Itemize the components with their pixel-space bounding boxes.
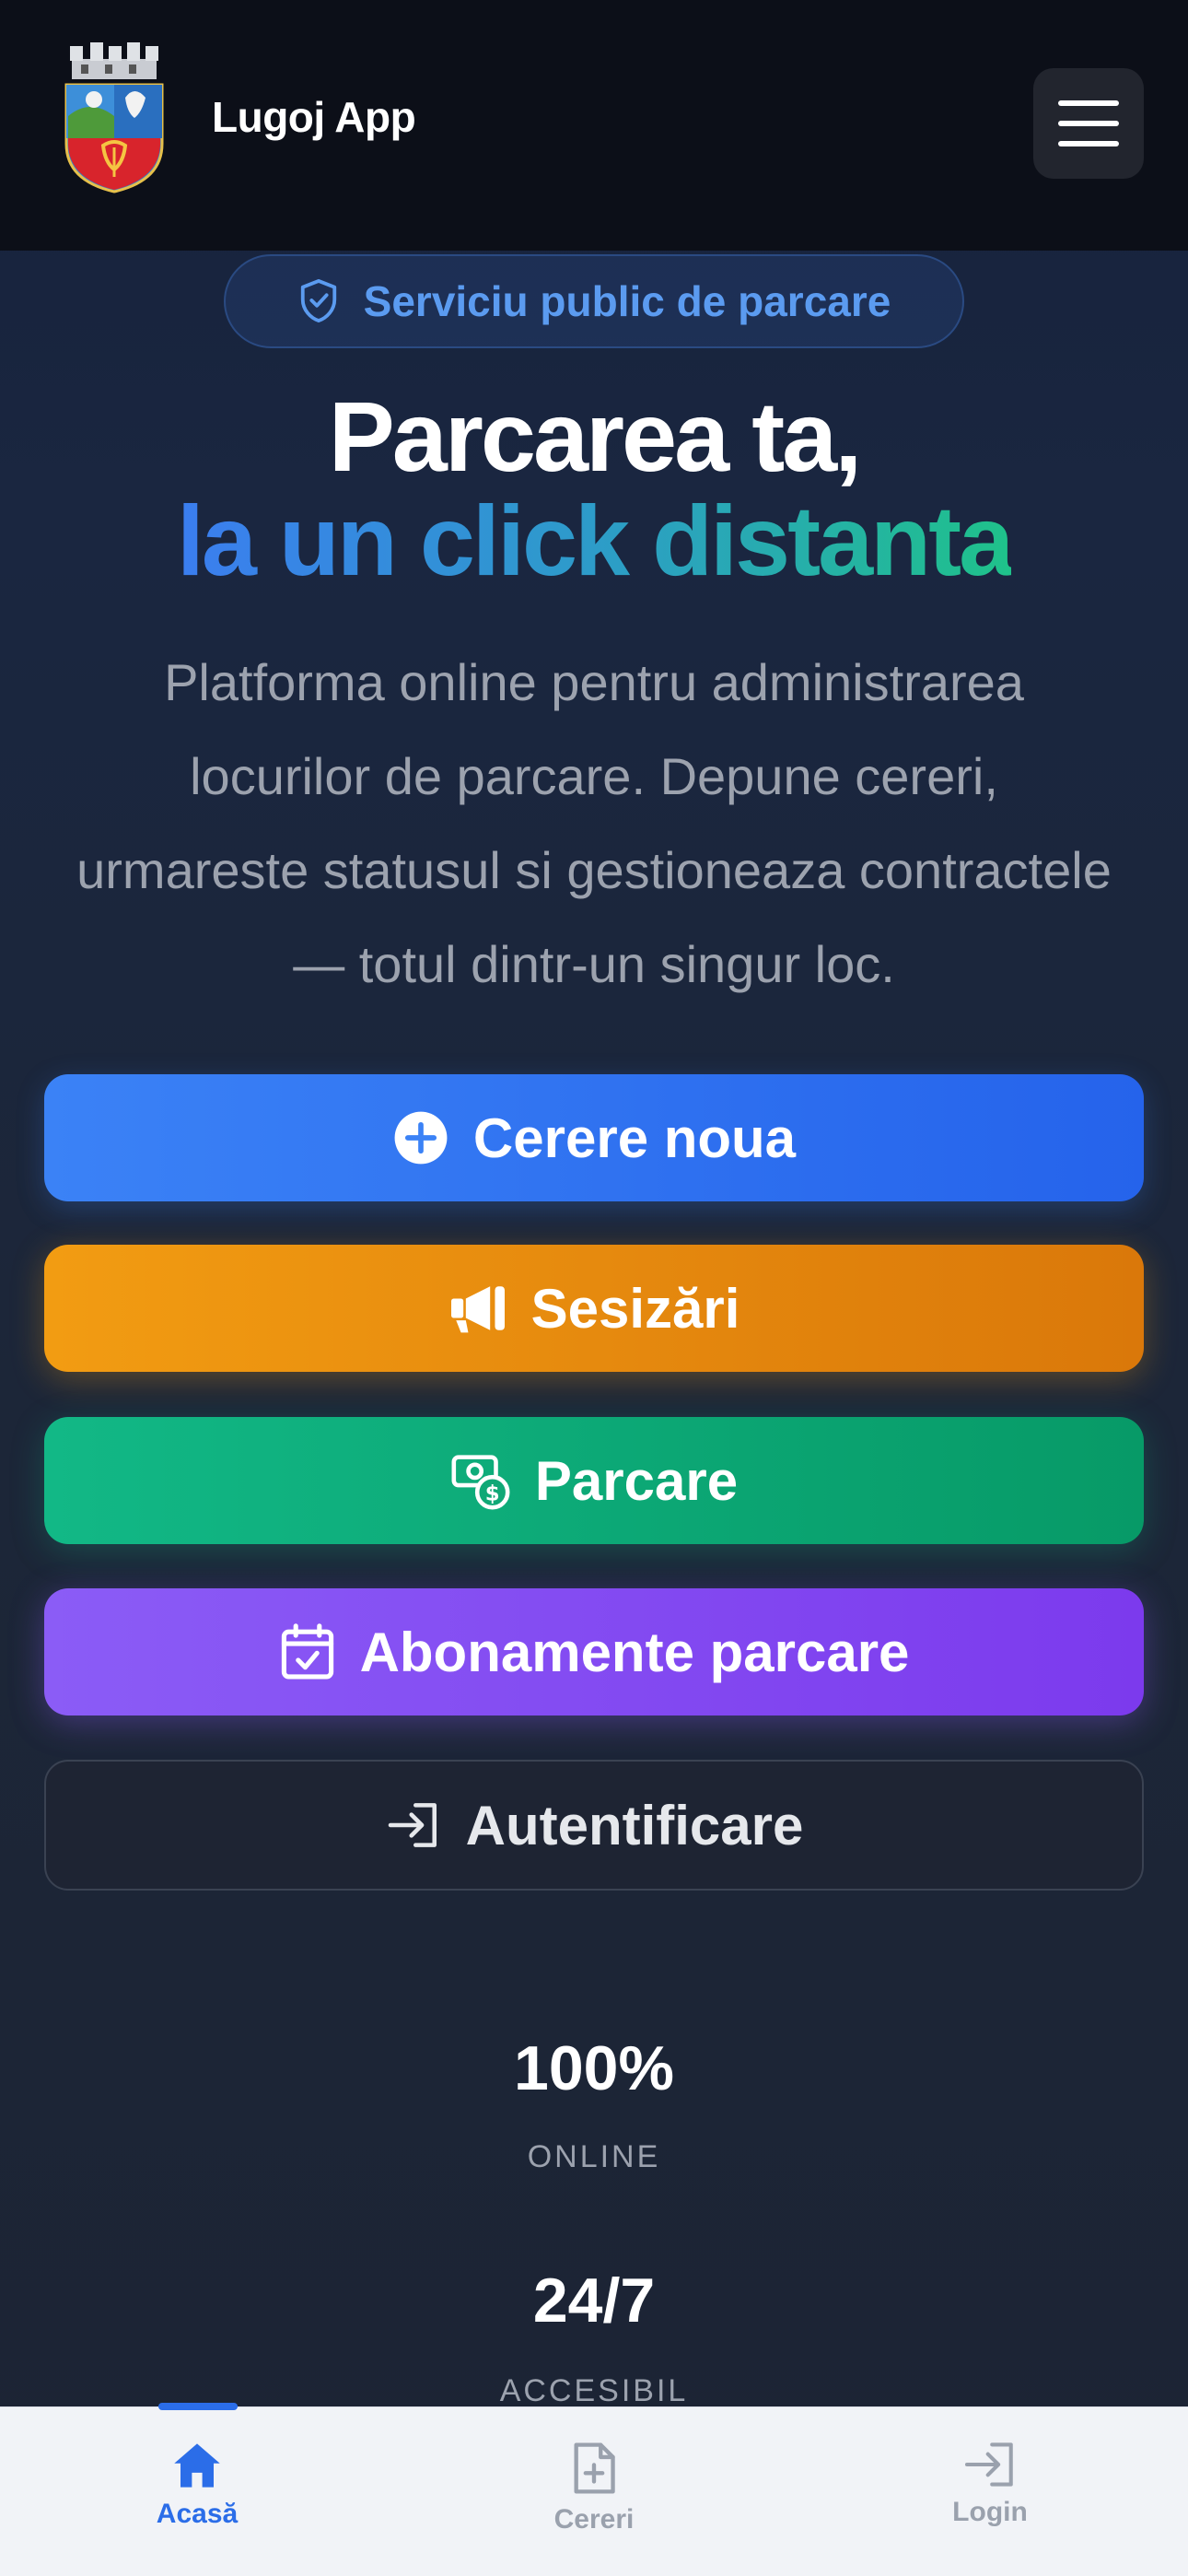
app-title: Lugoj App [212, 93, 416, 141]
home-icon [174, 2443, 220, 2488]
login-label: Autentificare [465, 1794, 804, 1856]
badge-label: Serviciu public de parcare [363, 277, 891, 325]
app-header: Lugoj App [0, 0, 1188, 251]
nav-requests[interactable]: Cereri [502, 2441, 686, 2535]
service-badge: Serviciu public de parcare [224, 254, 964, 348]
subscriptions-button[interactable]: Abonamente parcare [44, 1588, 1144, 1715]
nav-home[interactable]: Acasă [105, 2441, 289, 2530]
shield-check-icon [300, 279, 336, 322]
lugoj-coat-of-arms-logo[interactable] [63, 42, 166, 194]
reports-button[interactable]: Sesizări [44, 1245, 1144, 1372]
login-icon [964, 2442, 1013, 2487]
hamburger-icon [1058, 100, 1119, 106]
svg-text:$: $ [485, 1482, 500, 1506]
parking-label: Parcare [534, 1449, 739, 1512]
megaphone-icon [450, 1286, 505, 1333]
new-request-label: Cerere noua [472, 1107, 797, 1169]
nav-login-label: Login [952, 2497, 1028, 2527]
nav-home-label: Acasă [156, 2499, 239, 2529]
hero-title-line1: Parcarea ta, [328, 381, 862, 492]
login-arrow-icon [388, 1803, 437, 1847]
new-request-button[interactable]: Cerere noua [44, 1074, 1144, 1201]
subscriptions-label: Abonamente parcare [359, 1621, 910, 1683]
plus-circle-icon [394, 1111, 448, 1165]
nav-login[interactable]: Login [898, 2441, 1082, 2528]
parking-button[interactable]: $ Parcare [44, 1417, 1144, 1544]
stat-access-value: 24/7 [532, 2266, 656, 2336]
hamburger-menu-button[interactable] [1033, 68, 1144, 179]
stat-online-value: 100% [514, 2033, 674, 2103]
active-tab-indicator [158, 2403, 238, 2410]
calendar-check-icon [281, 1623, 333, 1680]
reports-label: Sesizări [530, 1277, 740, 1340]
file-plus-icon [574, 2442, 615, 2494]
hero-title-line2: la un click distanta [176, 485, 1014, 596]
stat-online-label: ONLINE [527, 2139, 661, 2174]
login-button[interactable]: Autentificare [44, 1760, 1144, 1891]
money-dollar-icon: $ [451, 1455, 510, 1510]
hero-description: Platforma online pentru administrarea lo… [76, 653, 1112, 993]
nav-requests-label: Cereri [553, 2504, 635, 2535]
